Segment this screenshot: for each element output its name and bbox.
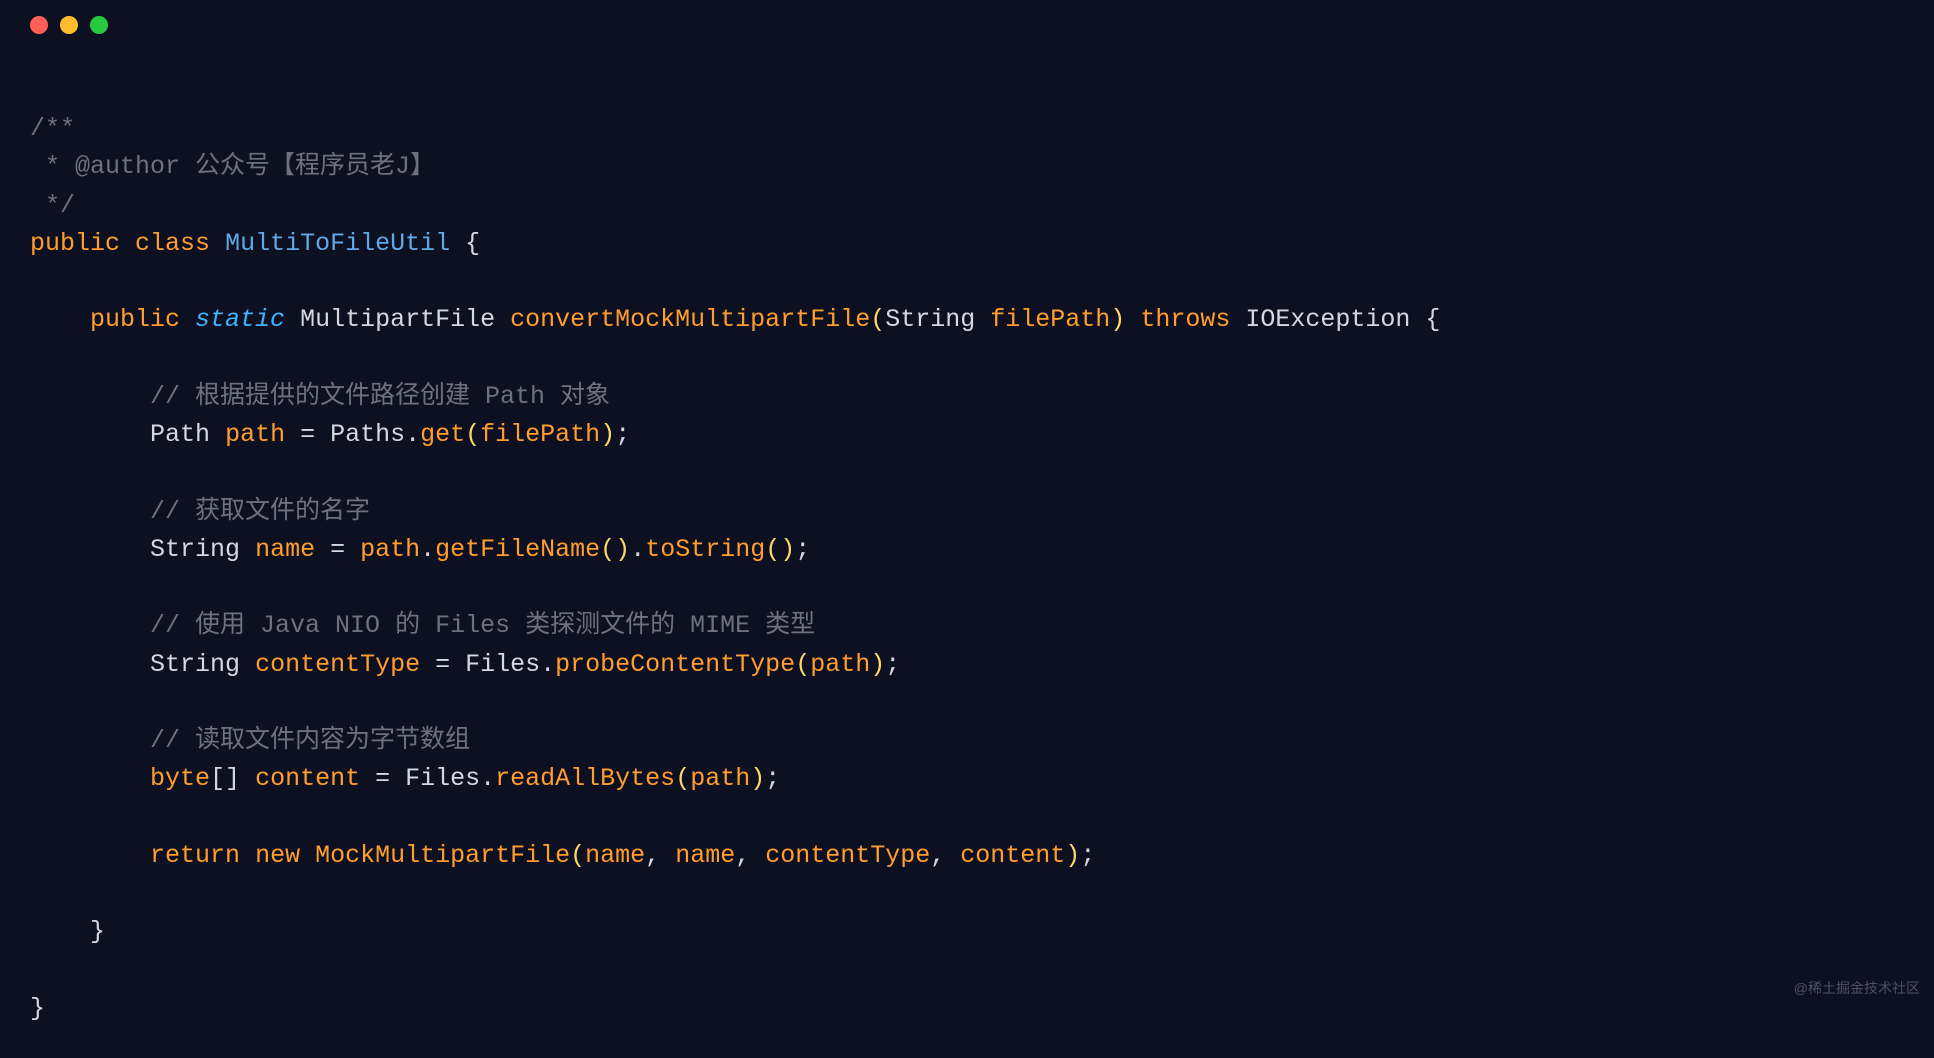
comment-4: // 读取文件内容为字节数组 (150, 726, 470, 755)
l1-call: get (420, 420, 465, 449)
l1-var: path (225, 420, 285, 449)
r-arg2: name (675, 841, 735, 870)
l2-call2: toString (645, 535, 765, 564)
l1-type: Path (150, 420, 210, 449)
l4-type: byte (150, 764, 210, 793)
kw-public: public (30, 229, 120, 258)
zoom-icon[interactable] (90, 16, 108, 34)
kw-new: new (255, 841, 300, 870)
javadoc-close: */ (30, 191, 75, 220)
paren-close: ) (1110, 305, 1125, 334)
brace-open: { (465, 229, 480, 258)
kw-public-2: public (90, 305, 180, 334)
l1-arg: filePath (480, 420, 600, 449)
l2-var: name (255, 535, 315, 564)
l2-eq: = (315, 535, 360, 564)
method-name: convertMockMultipartFile (510, 305, 870, 334)
r-arg1: name (585, 841, 645, 870)
l2-pc2: ) (780, 535, 795, 564)
l4-eq: = (360, 764, 405, 793)
param-name: filePath (990, 305, 1110, 334)
comment-3: // 使用 Java NIO 的 Files 类探测文件的 MIME 类型 (150, 611, 815, 640)
r-po: ( (570, 841, 585, 870)
brace-open-2: { (1425, 305, 1440, 334)
l2-d2: . (630, 535, 645, 564)
l3-semi: ; (885, 650, 900, 679)
l1-semi: ; (615, 420, 630, 449)
comment-1: // 根据提供的文件路径创建 Path 对象 (150, 382, 610, 411)
l2-semi: ; (795, 535, 810, 564)
minimize-icon[interactable] (60, 16, 78, 34)
l3-arg: path (810, 650, 870, 679)
l3-var: contentType (255, 650, 420, 679)
titlebar (0, 0, 1934, 50)
l4-brackets: [] (210, 764, 240, 793)
code-editor[interactable]: /** * @author 公众号【程序员老J】 */ public class… (0, 50, 1934, 1058)
close-icon[interactable] (30, 16, 48, 34)
r-c1: , (645, 841, 675, 870)
l2-po2: ( (765, 535, 780, 564)
l3-class: Files (465, 650, 540, 679)
ctor: MockMultipartFile (315, 841, 570, 870)
kw-return: return (150, 841, 240, 870)
l3-dot: . (540, 650, 555, 679)
l1-dot: . (405, 420, 420, 449)
r-arg3: contentType (765, 841, 930, 870)
watermark: @稀土掘金技术社区 (1794, 978, 1920, 998)
l4-dot: . (480, 764, 495, 793)
paren-open: ( (870, 305, 885, 334)
exc-type: IOException (1245, 305, 1410, 334)
r-semi: ; (1080, 841, 1095, 870)
kw-throws: throws (1140, 305, 1230, 334)
l2-d1: . (420, 535, 435, 564)
l4-pc: ) (750, 764, 765, 793)
kw-static: static (195, 305, 285, 334)
comment-2: // 获取文件的名字 (150, 497, 370, 526)
brace-close: } (30, 994, 45, 1023)
l4-class: Files (405, 764, 480, 793)
l2-obj: path (360, 535, 420, 564)
l2-pc1: ) (615, 535, 630, 564)
l4-call: readAllBytes (495, 764, 675, 793)
l2-po1: ( (600, 535, 615, 564)
l4-arg: path (690, 764, 750, 793)
code-window: /** * @author 公众号【程序员老J】 */ public class… (0, 0, 1934, 1008)
l3-pc: ) (870, 650, 885, 679)
l4-var: content (255, 764, 360, 793)
l3-call: probeContentType (555, 650, 795, 679)
l3-po: ( (795, 650, 810, 679)
l1-class: Paths (330, 420, 405, 449)
l4-semi: ; (765, 764, 780, 793)
l3-eq: = (420, 650, 465, 679)
r-pc: ) (1065, 841, 1080, 870)
r-c3: , (930, 841, 960, 870)
class-name: MultiToFileUtil (225, 229, 450, 258)
return-type: MultipartFile (300, 305, 495, 334)
param-type: String (885, 305, 975, 334)
l3-type: String (150, 650, 240, 679)
l1-eq: = (285, 420, 330, 449)
l4-po: ( (675, 764, 690, 793)
l2-call1: getFileName (435, 535, 600, 564)
l1-pc: ) (600, 420, 615, 449)
r-arg4: content (960, 841, 1065, 870)
l2-type: String (150, 535, 240, 564)
javadoc-open: /** (30, 114, 75, 143)
kw-class: class (135, 229, 210, 258)
brace-close-2: } (90, 917, 105, 946)
javadoc-author: * @author 公众号【程序员老J】 (30, 152, 435, 181)
r-c2: , (735, 841, 765, 870)
l1-po: ( (465, 420, 480, 449)
